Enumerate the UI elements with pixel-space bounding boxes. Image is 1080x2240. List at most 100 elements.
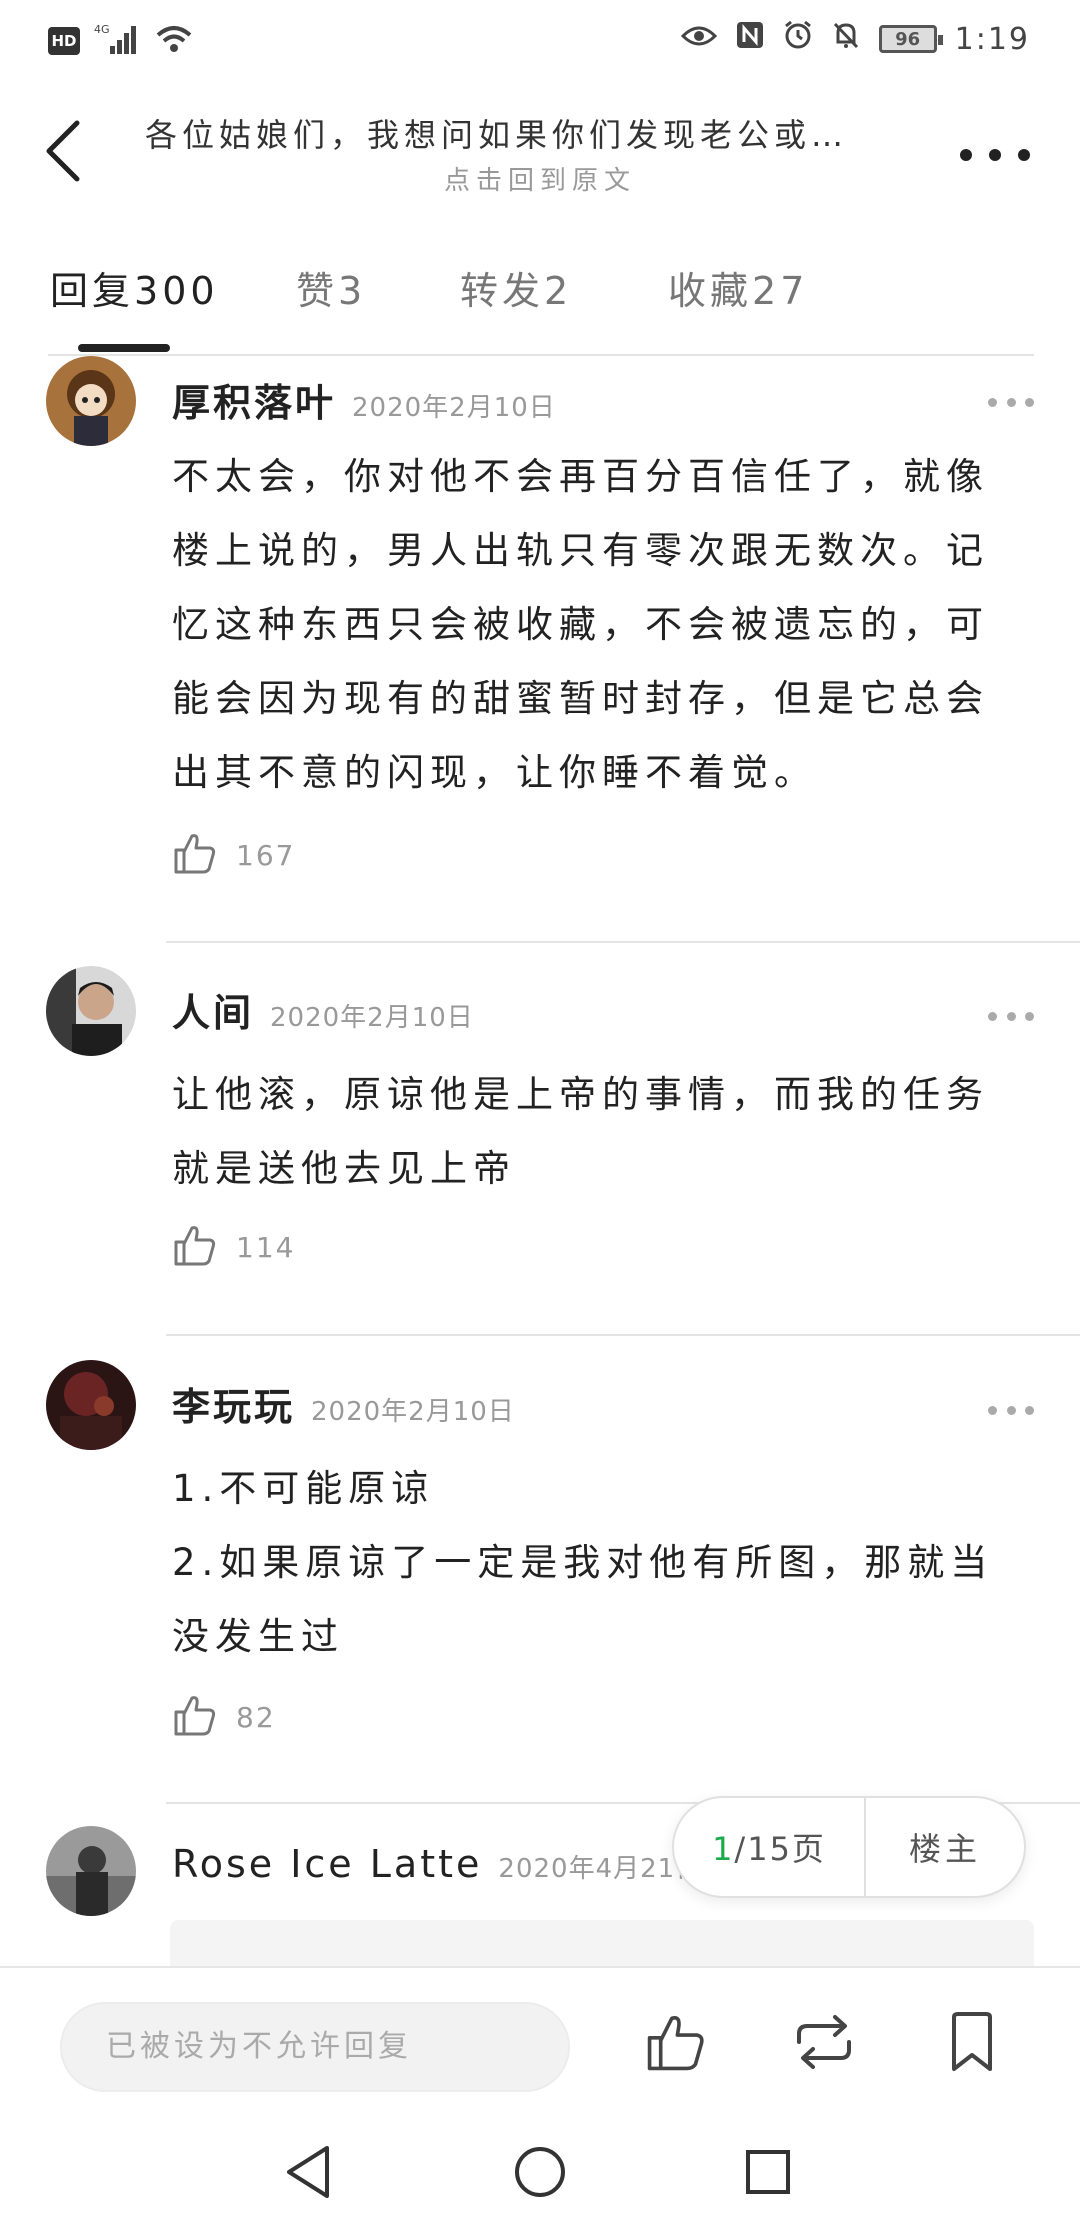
avatar[interactable] — [46, 356, 136, 446]
more-dot — [1006, 1405, 1016, 1415]
nav-home-button[interactable] — [500, 2134, 580, 2214]
cellular-signal-icon: 4G — [94, 22, 140, 60]
author-name-text: 李玩玩 — [172, 1385, 296, 1429]
status-left: HD 4G — [48, 22, 194, 60]
square-recents-icon — [743, 2147, 793, 2201]
more-dot — [1018, 149, 1030, 161]
content-line: 2.如果原谅了一定是我对他有所图，那就当 — [172, 1541, 994, 1584]
author-name-text: 人间 — [172, 991, 255, 1035]
author-name[interactable]: Rose Ice Latte 2020年4月21日 — [172, 1842, 702, 1886]
content-line: 能会因为现有的甜蜜暂时封存，但是它总会 — [172, 677, 989, 720]
post-more-button[interactable] — [988, 392, 1034, 412]
like-button[interactable]: 114 — [172, 1222, 295, 1272]
divider — [166, 1334, 1080, 1336]
wifi-icon — [154, 23, 194, 59]
tab-count: 3 — [338, 269, 367, 313]
bookmark-icon — [946, 2011, 998, 2077]
like-button[interactable]: 82 — [172, 1692, 276, 1742]
divider — [166, 941, 1080, 943]
tab-likes[interactable]: 赞3 — [296, 260, 366, 315]
more-dot — [1006, 397, 1016, 407]
tab-count: 300 — [134, 269, 219, 313]
tab-label: 赞 — [296, 269, 339, 313]
hd-badge: HD — [48, 27, 80, 55]
active-tab-indicator — [78, 344, 170, 352]
current-page: 1 — [712, 1830, 735, 1868]
tab-replies[interactable]: 回复300 — [50, 260, 219, 315]
nfc-icon — [735, 20, 765, 58]
bottom-action-bar: 已被设为不允许回复 — [0, 1966, 1080, 2106]
page-total: /15页 — [734, 1830, 826, 1868]
author-name-text: 厚积落叶 — [172, 381, 337, 425]
author-name[interactable]: 人间 2020年2月10日 — [172, 982, 474, 1037]
reply-input[interactable]: 已被设为不允许回复 — [60, 2002, 570, 2092]
thumbs-up-icon — [172, 830, 218, 880]
back-to-original-link[interactable]: 点击回到原文 — [0, 160, 1080, 197]
thumbs-up-icon — [172, 1692, 218, 1742]
thread-title[interactable]: 各位姑娘们，我想问如果你们发现老公或… — [145, 110, 905, 156]
content-line: 不太会，你对他不会再百分百信任了，就像 — [172, 455, 989, 498]
thumbs-up-icon — [172, 1222, 218, 1272]
nav-back-button[interactable] — [268, 2134, 348, 2214]
divider — [48, 354, 1034, 356]
post-more-button[interactable] — [988, 1006, 1034, 1026]
content-line: 就是送他去见上帝 — [172, 1147, 516, 1190]
author-name[interactable]: 李玩玩 2020年2月10日 — [172, 1376, 515, 1431]
avatar[interactable] — [46, 1360, 136, 1450]
tab-reposts[interactable]: 转发2 — [460, 260, 572, 315]
content-line: 楼上说的，男人出轨只有零次跟无数次。记 — [172, 529, 989, 572]
author-name-text: Rose Ice Latte — [172, 1842, 483, 1886]
more-dot — [960, 149, 972, 161]
repost-button[interactable] — [784, 2004, 864, 2084]
post-more-button[interactable] — [988, 1400, 1034, 1420]
alarm-icon — [783, 20, 813, 58]
more-dot — [988, 397, 997, 407]
network-type-text: 4G — [94, 23, 110, 36]
system-navigation-bar — [0, 2106, 1080, 2240]
author-name[interactable]: 厚积落叶 2020年2月10日 — [172, 372, 556, 427]
battery-indicator: 96 — [878, 25, 943, 53]
bookmark-button[interactable] — [932, 2004, 1012, 2084]
reply-content: 让他滚，原谅他是上帝的事情，而我的任务 就是送他去见上帝 — [172, 1058, 1032, 1206]
more-dot — [988, 1405, 997, 1415]
like-count: 114 — [236, 1230, 296, 1264]
more-dot — [1025, 1405, 1034, 1415]
post-date: 2020年2月10日 — [311, 1397, 515, 1427]
post-date: 2020年4月21日 — [498, 1854, 703, 1884]
like-count: 82 — [236, 1700, 276, 1734]
post-date: 2020年2月10日 — [270, 1003, 474, 1033]
status-right: 96 1:19 — [680, 20, 1030, 58]
clock: 1:19 — [954, 21, 1030, 57]
nav-recents-button[interactable] — [728, 2134, 808, 2214]
reply-content: 1.不可能原谅 2.如果原谅了一定是我对他有所图，那就当 没发生过 — [172, 1452, 1032, 1674]
more-dot — [1006, 1011, 1016, 1021]
more-dot — [988, 1011, 997, 1021]
more-dot — [1025, 397, 1034, 407]
triangle-back-icon — [283, 2144, 333, 2204]
like-thread-button[interactable] — [636, 2004, 716, 2084]
content-line: 1.不可能原谅 — [172, 1467, 435, 1510]
header: 各位姑娘们，我想问如果你们发现老公或… 点击回到原文 — [0, 80, 1080, 230]
circle-home-icon — [512, 2144, 568, 2204]
page-selector[interactable]: 1/15页 — [674, 1824, 864, 1870]
page-navigator: 1/15页 楼主 — [672, 1796, 1026, 1898]
like-button[interactable]: 167 — [172, 830, 295, 880]
eye-icon — [680, 22, 717, 57]
more-dot — [1025, 1011, 1034, 1021]
tab-label: 转发 — [460, 269, 545, 313]
tab-count: 27 — [752, 269, 809, 313]
more-options-button[interactable] — [960, 135, 1030, 175]
like-count: 167 — [236, 838, 296, 872]
avatar[interactable] — [46, 966, 136, 1056]
avatar[interactable] — [46, 1826, 136, 1916]
tab-bar: 回复300 赞3 转发2 收藏27 — [0, 250, 1080, 356]
tab-favorites[interactable]: 收藏27 — [668, 260, 808, 315]
content-line: 没发生过 — [172, 1615, 344, 1658]
tab-label: 回复 — [50, 269, 135, 313]
post-date: 2020年2月10日 — [352, 393, 556, 423]
status-bar: HD 4G 96 1:19 — [0, 0, 1080, 80]
content-line: 让他滚，原谅他是上帝的事情，而我的任务 — [172, 1073, 989, 1116]
content-line: 忆这种东西只会被收藏，不会被遗忘的，可 — [172, 603, 989, 646]
owner-only-button[interactable]: 楼主 — [866, 1824, 1024, 1870]
tab-count: 2 — [544, 269, 573, 313]
